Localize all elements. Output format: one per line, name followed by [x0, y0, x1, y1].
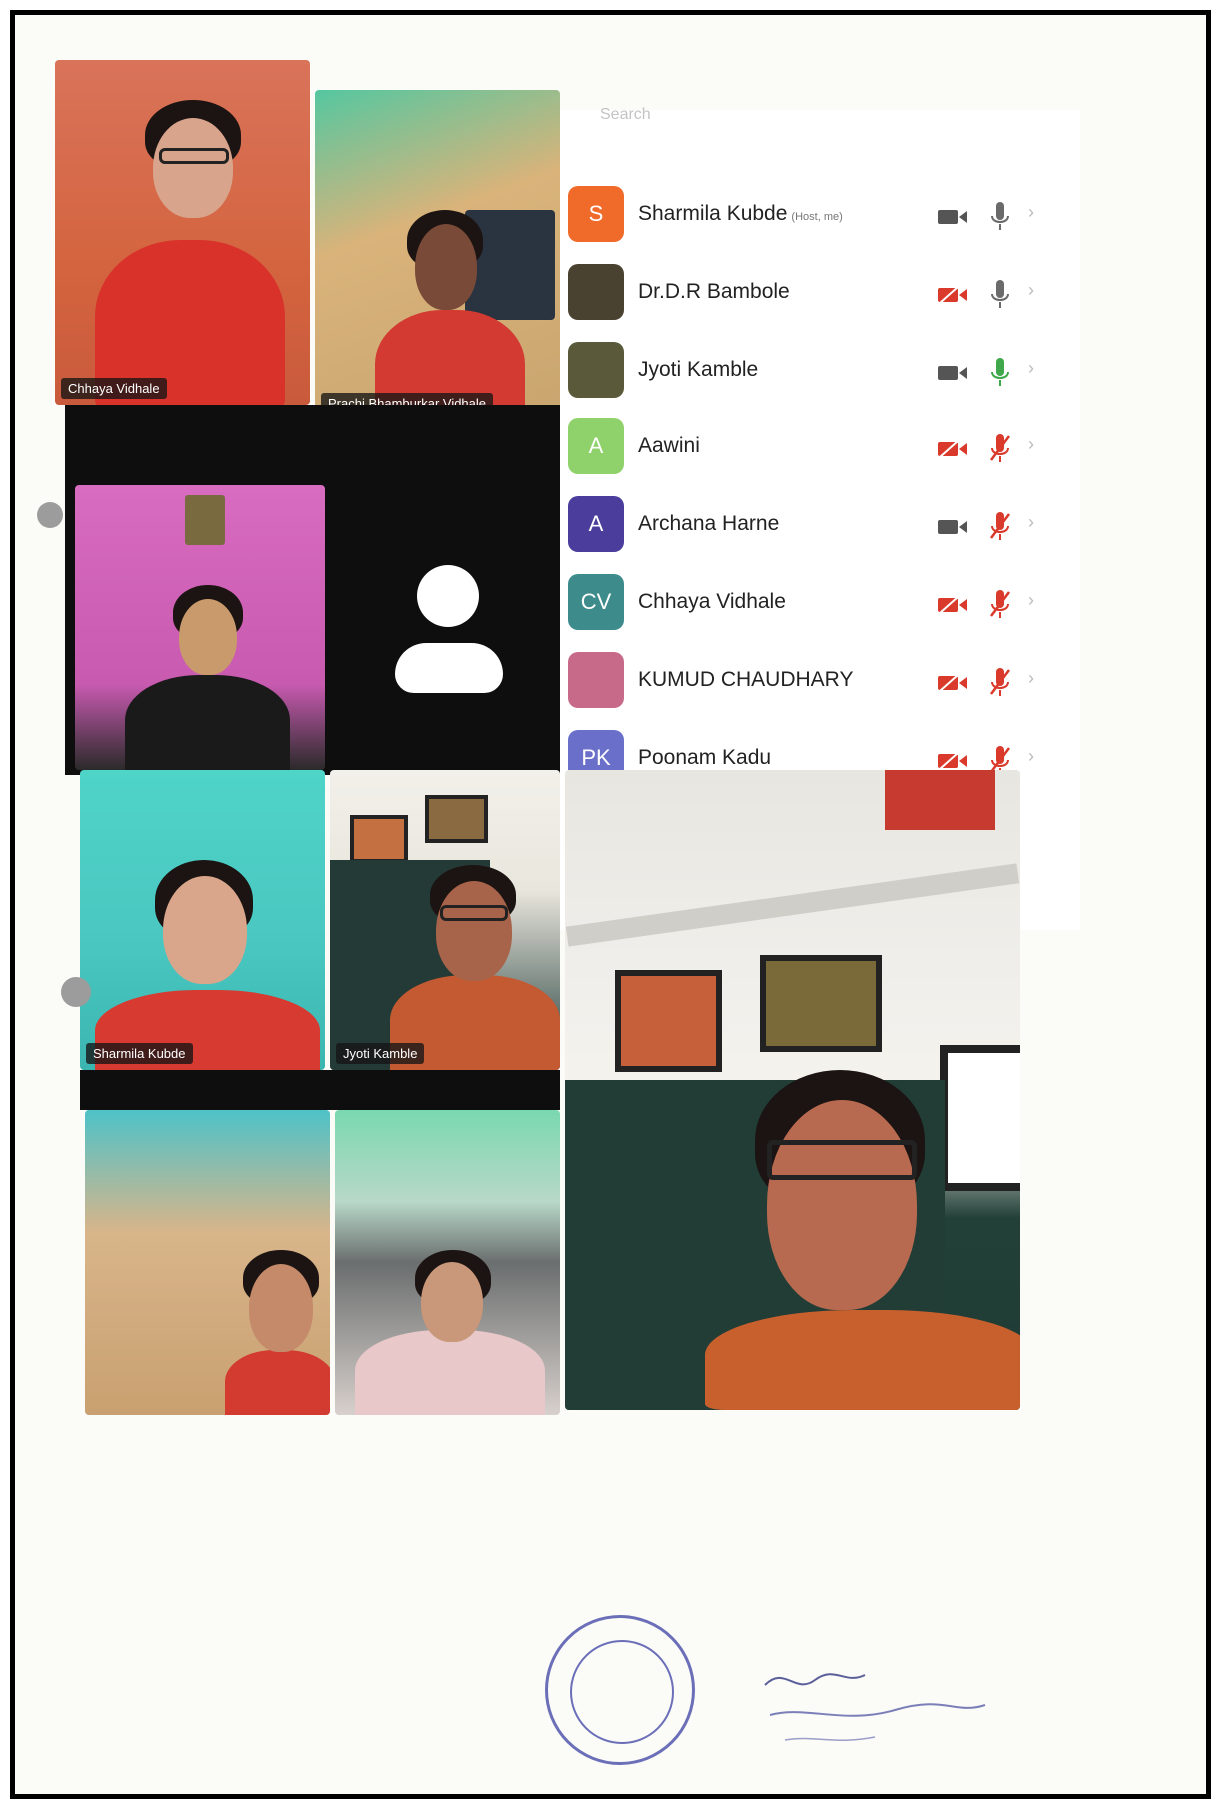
microphone-icon[interactable] [988, 200, 1012, 232]
participant-figure [365, 210, 535, 420]
person-placeholder-icon [417, 565, 479, 627]
participant-figure [95, 860, 320, 1070]
video-tile-chhaya[interactable]: Chhaya Vidhale [55, 60, 310, 405]
video-tile-no-video[interactable] [335, 485, 560, 770]
participant-name: Chhaya Vidhale [638, 590, 786, 614]
participant-name: KUMUD CHAUDHARY [638, 668, 853, 692]
person-placeholder-shoulders [395, 643, 503, 693]
binder-hole [61, 977, 91, 1007]
handwritten-signature [764, 1673, 986, 1741]
participant-avatar: S [568, 186, 624, 242]
active-speaker-video[interactable] [565, 770, 1020, 1410]
participant-row[interactable]: Jyoti Kamble › [568, 336, 1068, 410]
microphone-muted-icon[interactable] [988, 588, 1012, 620]
video-tile-jyoti[interactable]: Jyoti Kamble [330, 770, 560, 1070]
more-options-icon[interactable]: › [1028, 358, 1034, 379]
video-tile-prachi[interactable]: Prachi Bhamburkar Vidhale [315, 90, 560, 420]
more-options-icon[interactable]: › [1028, 746, 1034, 767]
gallery-background [80, 1070, 560, 1110]
more-options-icon[interactable]: › [1028, 434, 1034, 455]
participant-name: Poonam Kadu [638, 746, 771, 770]
meeting-screenshot: Chhaya Vidhale Prachi Bhamburkar Vidhale [55, 60, 1175, 1640]
participant-figure [705, 1070, 1020, 1410]
video-off-icon[interactable] [938, 752, 968, 770]
document-page: Chhaya Vidhale Prachi Bhamburkar Vidhale [10, 10, 1211, 1799]
binder-hole [37, 502, 63, 528]
tile-name-label: Jyoti Kamble [336, 1043, 425, 1064]
participant-name-text: Chhaya Vidhale [638, 590, 786, 613]
participant-name-text: Poonam Kadu [638, 746, 772, 769]
video-off-icon[interactable] [938, 674, 968, 692]
participant-role: (Host, me) [791, 211, 843, 223]
participant-figure [390, 865, 560, 1070]
more-options-icon[interactable]: › [1028, 668, 1034, 689]
participant-name-text: Sharmila Kubde [638, 202, 788, 225]
video-camera-icon[interactable] [938, 208, 968, 226]
participant-name: Dr.D.R Bambole [638, 280, 790, 304]
participant-avatar [568, 652, 624, 708]
participant-name-text: Jyoti Kamble [638, 358, 759, 381]
participant-figure [95, 100, 295, 405]
participant-row[interactable]: KUMUD CHAUDHARY › [568, 646, 1068, 720]
microphone-icon[interactable] [988, 278, 1012, 310]
video-tile-participant[interactable] [335, 1110, 560, 1415]
video-off-icon[interactable] [938, 596, 968, 614]
participant-figure [355, 1250, 545, 1415]
participant-avatar: A [568, 496, 624, 552]
participant-name: Jyoti Kamble [638, 358, 758, 382]
more-options-icon[interactable]: › [1028, 590, 1034, 611]
video-off-icon[interactable] [938, 286, 968, 304]
official-seal-stamp [545, 1615, 695, 1765]
participant-avatar: A [568, 418, 624, 474]
tile-name-label: Chhaya Vidhale [61, 378, 167, 399]
participant-row[interactable]: CV Chhaya Vidhale › [568, 568, 1068, 642]
tile-name-label: Sharmila Kubde [86, 1043, 193, 1064]
video-tile-participant[interactable] [85, 1110, 330, 1415]
participant-avatar [568, 342, 624, 398]
wall-frame [615, 970, 722, 1072]
participant-row[interactable]: S Sharmila Kubde (Host, me) › [568, 180, 1068, 254]
participant-name: Sharmila Kubde (Host, me) [638, 202, 843, 226]
more-options-icon[interactable]: › [1028, 280, 1034, 301]
participant-row[interactable]: A Archana Harne › [568, 490, 1068, 564]
participant-row[interactable]: A Aawini › [568, 412, 1068, 486]
participant-name-text: Dr.D.R Bambole [638, 280, 790, 303]
participant-figure [125, 585, 295, 770]
microphone-muted-icon[interactable] [988, 510, 1012, 542]
video-off-icon[interactable] [938, 440, 968, 458]
microphone-muted-icon[interactable] [988, 432, 1012, 464]
microphone-muted-icon[interactable] [988, 666, 1012, 698]
participant-name-text: KUMUD CHAUDHARY [638, 668, 854, 691]
wall-frame [760, 955, 882, 1052]
participant-avatar [568, 264, 624, 320]
more-options-icon[interactable]: › [1028, 202, 1034, 223]
microphone-icon[interactable] [988, 356, 1012, 388]
participant-row[interactable]: Dr.D.R Bambole › [568, 258, 1068, 332]
participant-name: Archana Harne [638, 512, 779, 536]
participant-avatar: CV [568, 574, 624, 630]
participant-name-text: Aawini [638, 434, 700, 457]
participant-figure [225, 1250, 330, 1415]
more-options-icon[interactable]: › [1028, 512, 1034, 533]
video-camera-icon[interactable] [938, 518, 968, 536]
video-tile-sharmila[interactable]: Sharmila Kubde [80, 770, 325, 1070]
video-camera-icon[interactable] [938, 364, 968, 382]
video-tile-participant[interactable] [75, 485, 325, 770]
participant-search-input[interactable]: Search [600, 106, 651, 124]
participant-name: Aawini [638, 434, 700, 458]
participant-name-text: Archana Harne [638, 512, 780, 535]
